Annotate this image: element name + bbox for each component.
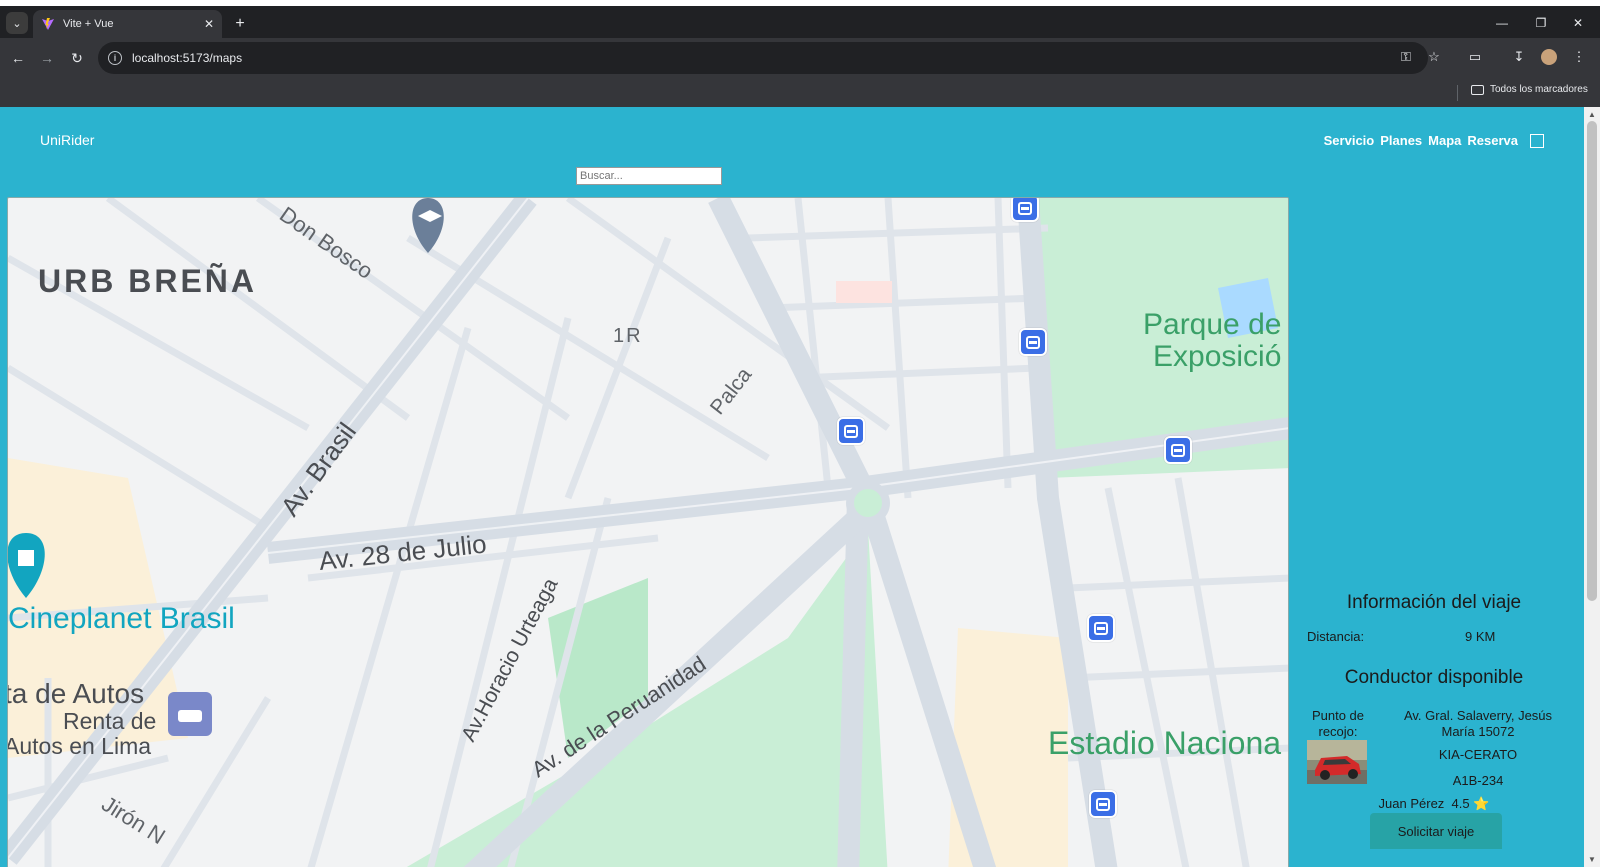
new-tab-button[interactable]: + bbox=[230, 14, 250, 34]
map-label-1r: 1R bbox=[613, 325, 643, 347]
scroll-up-icon[interactable]: ▲ bbox=[1588, 110, 1596, 119]
distance-label: Distancia: bbox=[1307, 629, 1365, 644]
back-icon[interactable]: ← bbox=[8, 48, 28, 68]
page-scrollbar[interactable]: ▲ ▼ bbox=[1584, 107, 1600, 867]
bus-stop-icon[interactable] bbox=[1087, 614, 1115, 642]
star-icon: ⭐ bbox=[1473, 796, 1490, 811]
bus-stop-icon[interactable] bbox=[1164, 436, 1192, 464]
map-label-parque-2: Exposició bbox=[1153, 340, 1281, 373]
bookmarks-bar: Todos los marcadores bbox=[0, 78, 1600, 107]
bus-stop-icon[interactable] bbox=[1019, 328, 1047, 356]
restore-icon[interactable]: ❐ bbox=[1530, 14, 1552, 32]
reload-icon[interactable]: ↻ bbox=[67, 48, 87, 68]
car-model: KIA-CERATO bbox=[1438, 747, 1518, 762]
driver-rating: 4.5 bbox=[1451, 796, 1470, 811]
all-bookmarks-button[interactable]: Todos los marcadores bbox=[1471, 84, 1588, 95]
tab-title: Vite + Vue bbox=[63, 18, 114, 30]
menu-kebab-icon[interactable]: ⋮ bbox=[1570, 48, 1588, 66]
building-pink bbox=[836, 281, 892, 303]
url-text: localhost:5173/maps bbox=[132, 51, 243, 65]
map-label-parque-1: Parque de bbox=[1143, 308, 1281, 341]
request-trip-button[interactable]: Solicitar viaje bbox=[1370, 813, 1502, 849]
map-label-renta-1: ta de Autos bbox=[8, 678, 144, 709]
tab-search-button[interactable]: ⌄ bbox=[6, 12, 28, 34]
address-bar[interactable]: i localhost:5173/maps bbox=[98, 42, 1428, 74]
bookmark-star-icon[interactable]: ☆ bbox=[1425, 48, 1443, 66]
map-label-renta-3: Autos en Lima bbox=[8, 733, 151, 759]
map-label-urb-brena: URB BREÑA bbox=[38, 263, 257, 299]
bookmarks-separator bbox=[1457, 85, 1458, 101]
nav-link-mapa[interactable]: Mapa bbox=[1428, 133, 1461, 148]
map-label-av-brasil: Av. Brasil bbox=[275, 417, 362, 522]
brand-logo-text[interactable]: UniRider bbox=[40, 132, 94, 148]
car-plate: A1B-234 bbox=[1452, 773, 1504, 788]
extensions-icon[interactable]: ▭ bbox=[1466, 48, 1484, 66]
minimize-icon[interactable]: — bbox=[1491, 14, 1513, 32]
map-canvas: URB BREÑA Don Bosco 1R Palca Av. Brasil … bbox=[8, 198, 1288, 867]
bus-stop-icon[interactable] bbox=[1089, 790, 1117, 818]
profile-avatar-icon[interactable] bbox=[1540, 48, 1558, 66]
bus-stop-icon[interactable] bbox=[837, 417, 865, 445]
map-label-cineplanet: Cineplanet Brasil bbox=[8, 602, 235, 635]
map-label-palca: Palca bbox=[706, 363, 757, 419]
all-bookmarks-label: Todos los marcadores bbox=[1490, 84, 1588, 95]
distance-value: 9 KM bbox=[1465, 629, 1496, 644]
bus-stop-icon[interactable] bbox=[1011, 198, 1039, 222]
browser-toolbar: ← → ↻ i localhost:5173/maps ⚿ ☆ ▭ ↧ ⋮ bbox=[0, 38, 1600, 78]
site-info-icon[interactable]: i bbox=[108, 51, 122, 65]
profile-image-broken-icon[interactable] bbox=[1530, 133, 1544, 148]
nav-link-planes[interactable]: Planes bbox=[1380, 133, 1422, 148]
folder-icon bbox=[1471, 84, 1484, 95]
nav-link-servicio[interactable]: Servicio bbox=[1324, 133, 1375, 148]
driver-name: Juan Pérez bbox=[1378, 796, 1445, 811]
vite-favicon-icon bbox=[42, 18, 54, 30]
map-label-don-bosco: Don Bosco bbox=[275, 202, 378, 284]
password-key-icon[interactable]: ⚿ bbox=[1397, 48, 1415, 66]
trip-info-panel: Información del viaje Distancia: 9 KM Co… bbox=[1293, 577, 1575, 867]
app-page: UniRider Servicio Planes Mapa Reserva Bu… bbox=[0, 107, 1584, 867]
scrollbar-thumb[interactable] bbox=[1587, 121, 1597, 601]
scroll-down-icon[interactable]: ▼ bbox=[1588, 855, 1596, 864]
distance-row: Distancia: 9 KM bbox=[1307, 629, 1567, 644]
map-label-jiron: Jirón N bbox=[97, 791, 169, 849]
nav-link-reserva[interactable]: Reserva bbox=[1467, 133, 1518, 148]
trip-info-title: Información del viaje bbox=[1346, 592, 1522, 613]
car-photo bbox=[1307, 740, 1367, 784]
pickup-address: Av. Gral. Salaverry, Jesús María 15072 bbox=[1403, 708, 1553, 739]
map-view[interactable]: URB BREÑA Don Bosco 1R Palca Av. Brasil … bbox=[7, 197, 1289, 867]
driver-available-title: Conductor disponible bbox=[1344, 667, 1524, 688]
map-label-estadio: Estadio Naciona bbox=[1048, 725, 1281, 761]
download-icon[interactable]: ↧ bbox=[1510, 48, 1528, 66]
map-label-renta-2: Renta de bbox=[63, 708, 156, 734]
browser-tab[interactable]: Vite + Vue ✕ bbox=[33, 10, 222, 38]
pickup-label: Punto de recojo: bbox=[1311, 708, 1365, 739]
search-input[interactable] bbox=[576, 167, 722, 185]
forward-icon[interactable]: → bbox=[37, 48, 57, 68]
driver-row: Juan Pérez 4.5 ⭐ bbox=[1293, 796, 1575, 812]
tab-close-icon[interactable]: ✕ bbox=[204, 17, 214, 31]
close-window-icon[interactable]: ✕ bbox=[1567, 14, 1589, 32]
top-nav: Servicio Planes Mapa Reserva bbox=[1324, 133, 1544, 148]
roundabout bbox=[846, 481, 890, 525]
browser-tab-bar: ⌄ Vite + Vue ✕ + — ❐ ✕ bbox=[0, 6, 1600, 38]
